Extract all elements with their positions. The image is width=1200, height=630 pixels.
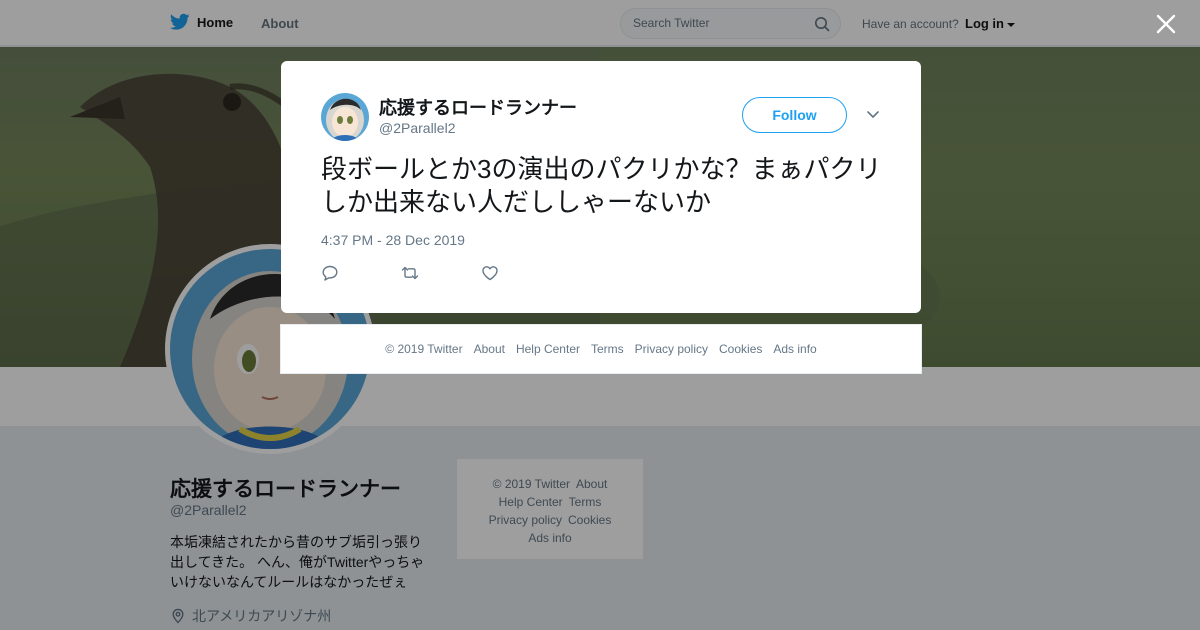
- reply-icon: [322, 265, 338, 281]
- retweet-button[interactable]: [401, 264, 481, 284]
- tweet-modal: 応援するロードランナー @2Parallel2 Follow 段ボールとか3の演…: [281, 61, 921, 313]
- tweet-author-avatar[interactable]: [321, 93, 369, 141]
- heart-icon: [482, 266, 498, 281]
- footer-ads-link[interactable]: Ads info: [773, 342, 816, 356]
- footer-privacy-link[interactable]: Privacy policy: [635, 342, 708, 356]
- retweet-icon: [401, 266, 419, 280]
- footer-help-link[interactable]: Help Center: [516, 342, 580, 356]
- like-button[interactable]: [481, 264, 561, 284]
- tweet-actions: [321, 264, 561, 284]
- reply-button[interactable]: [321, 264, 401, 284]
- footer-cookies-link[interactable]: Cookies: [719, 342, 762, 356]
- footer-about-link[interactable]: About: [474, 342, 505, 356]
- tweet-timestamp[interactable]: 4:37 PM - 28 Dec 2019: [321, 232, 465, 248]
- modal-footer: © 2019 Twitter About Help Center Terms P…: [280, 324, 922, 374]
- footer-copyright: © 2019 Twitter: [385, 342, 463, 356]
- tweet-author-name[interactable]: 応援するロードランナー: [379, 94, 577, 120]
- tweet-author-handle[interactable]: @2Parallel2: [379, 120, 455, 136]
- tweet-text: 段ボールとか3の演出のパクリかな？まぁパクリしか出来ない人だししゃーないか: [321, 154, 882, 217]
- chevron-down-icon[interactable]: [865, 109, 881, 121]
- follow-button[interactable]: Follow: [742, 97, 847, 133]
- close-icon[interactable]: [1156, 14, 1176, 34]
- footer-terms-link[interactable]: Terms: [591, 342, 624, 356]
